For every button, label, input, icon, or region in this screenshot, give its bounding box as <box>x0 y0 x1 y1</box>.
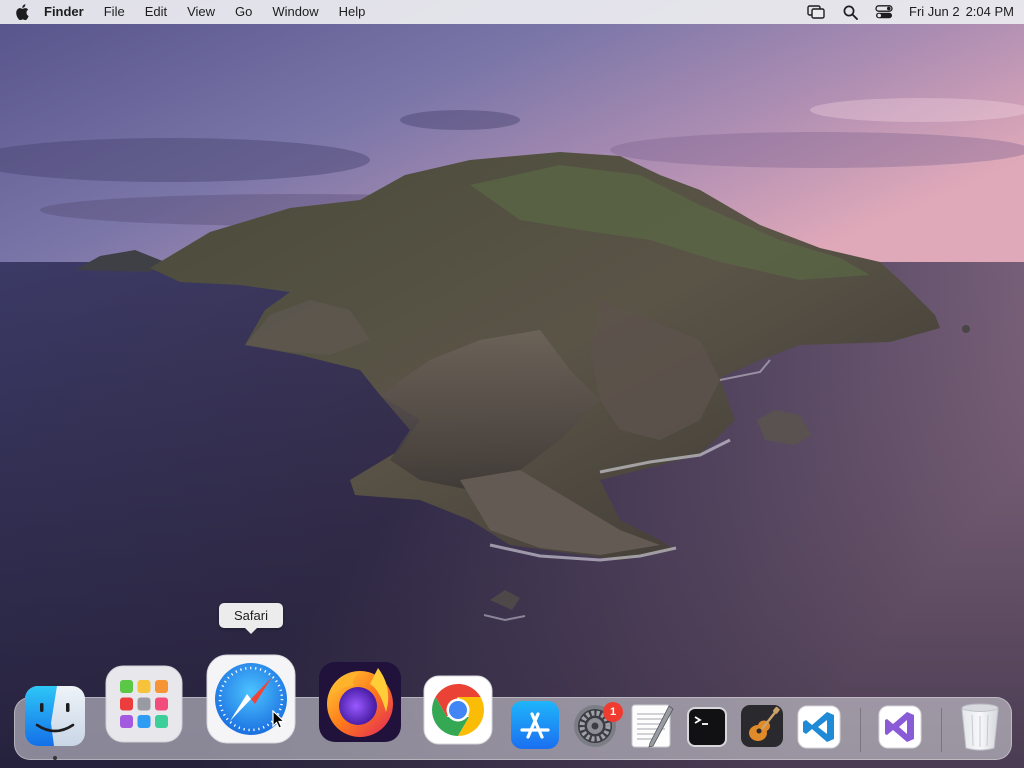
menu-app-finder[interactable]: Finder <box>30 0 94 24</box>
control-center-icon[interactable] <box>873 0 895 24</box>
launchpad-icon <box>105 665 183 743</box>
menu-bar: Finder File Edit View Go Window Help Fri… <box>0 0 1024 24</box>
finder-icon <box>25 686 85 746</box>
search-icon[interactable] <box>839 0 861 24</box>
menu-file[interactable]: File <box>94 0 135 24</box>
vscode-icon <box>797 705 841 749</box>
desktop-wallpaper <box>0 0 1024 768</box>
trash-icon <box>961 703 999 751</box>
dock-item-garageband[interactable] <box>740 704 784 748</box>
dock-item-textedit[interactable] <box>629 702 675 750</box>
dock-item-trash[interactable] <box>956 701 1004 753</box>
dock-item-safari[interactable] <box>206 654 296 744</box>
dock-item-app-store[interactable] <box>510 700 560 750</box>
dock-item-finder[interactable] <box>24 685 86 747</box>
safari-icon <box>206 654 296 744</box>
visual-studio-icon <box>878 705 922 749</box>
clock-time: 2:04 PM <box>965 4 1014 19</box>
dock-tooltip: Safari <box>219 603 283 634</box>
chrome-icon <box>423 675 493 745</box>
finder-running-indicator <box>53 756 57 760</box>
guitar-icon <box>741 705 783 747</box>
menu-bar-clock[interactable]: Fri Jun 2 2:04 PM <box>909 0 1014 24</box>
app-store-icon <box>511 701 559 749</box>
firefox-icon <box>319 662 401 742</box>
clock-date: Fri Jun 2 <box>909 4 960 19</box>
dock-item-vscode[interactable] <box>797 705 841 749</box>
apple-menu-icon[interactable] <box>14 0 30 24</box>
dock-item-launchpad[interactable] <box>104 664 184 744</box>
dock-item-chrome[interactable] <box>423 675 493 745</box>
menu-edit[interactable]: Edit <box>135 0 177 24</box>
menu-help[interactable]: Help <box>329 0 376 24</box>
textedit-icon <box>631 704 674 748</box>
dock-separator <box>941 708 942 752</box>
mouse-cursor-icon <box>272 710 286 729</box>
menu-go[interactable]: Go <box>225 0 262 24</box>
notification-badge: 1 <box>603 702 623 722</box>
menu-view[interactable]: View <box>177 0 225 24</box>
menu-window[interactable]: Window <box>262 0 328 24</box>
dock-item-visual-studio[interactable] <box>878 705 922 749</box>
dock-item-firefox[interactable] <box>318 660 402 744</box>
terminal-icon <box>687 707 727 747</box>
dock-item-terminal[interactable] <box>686 706 728 748</box>
dock-separator <box>860 708 861 752</box>
screen-mirroring-icon[interactable] <box>805 0 827 24</box>
